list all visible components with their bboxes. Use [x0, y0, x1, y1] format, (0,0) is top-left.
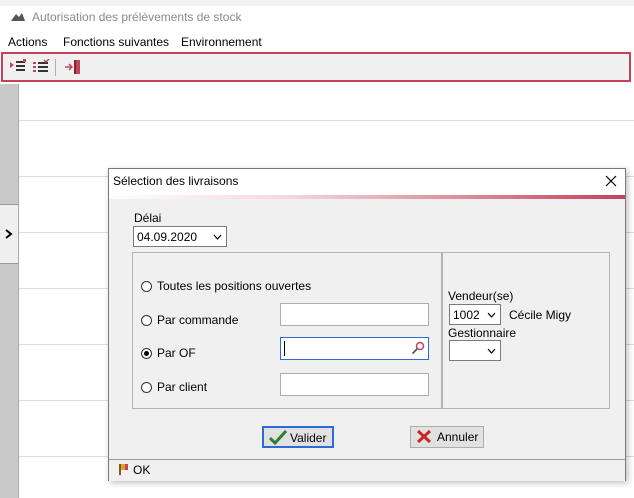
search-icon[interactable]: [411, 341, 425, 355]
window-titlebar: Autorisation des prélèvements de stock: [0, 6, 634, 30]
menu-actions[interactable]: Actions: [8, 35, 47, 49]
dialog-accent-bar: [109, 195, 625, 199]
menu-bar: Actions Fonctions suivantes Environnemen…: [0, 32, 634, 52]
radio-par-of[interactable]: [141, 348, 152, 359]
dialog-title: Sélection des livraisons: [113, 174, 239, 188]
delai-label: Délai: [134, 211, 162, 225]
chevron-right-icon: [5, 229, 13, 239]
commande-input[interactable]: [280, 303, 429, 326]
chevron-down-icon: [213, 234, 222, 240]
checklist-icon[interactable]: [32, 59, 50, 75]
left-panel-strip: [0, 84, 19, 498]
grid-line: [19, 120, 634, 121]
option-label: Toutes les positions ouvertes: [157, 279, 312, 293]
dialog-titlebar: Sélection des livraisons: [109, 169, 625, 195]
valider-button[interactable]: Valider: [262, 426, 334, 448]
menu-fonctions-suivantes[interactable]: Fonctions suivantes: [63, 35, 169, 49]
of-input[interactable]: [280, 337, 429, 360]
option-label: Par commande: [157, 313, 239, 327]
option-label: Par client: [157, 380, 208, 394]
list-run-icon[interactable]: [9, 59, 27, 75]
chevron-down-icon: [487, 312, 496, 318]
option-par-commande[interactable]: Par commande: [141, 313, 261, 330]
cancel-x-icon: [416, 429, 432, 444]
annuler-label: Annuler: [437, 430, 479, 444]
radio-par-commande[interactable]: [141, 315, 152, 326]
exit-icon[interactable]: [64, 59, 82, 75]
delai-date-picker[interactable]: 04.09.2020: [133, 226, 227, 247]
app-logo-icon: [11, 13, 25, 21]
option-toutes-positions[interactable]: Toutes les positions ouvertes: [141, 279, 341, 296]
delai-value: 04.09.2020: [137, 230, 198, 244]
menu-environnement[interactable]: Environnement: [181, 35, 262, 49]
radio-toutes-positions[interactable]: [141, 281, 152, 292]
vendeur-select[interactable]: 1002: [449, 304, 501, 325]
option-par-client[interactable]: Par client: [141, 380, 241, 397]
delivery-selection-dialog: Sélection des livraisons Délai 04.09.202…: [108, 168, 626, 481]
chevron-down-icon: [487, 348, 496, 354]
close-icon[interactable]: [603, 173, 619, 189]
window-title: Autorisation des prélèvements de stock: [32, 10, 242, 24]
gestionnaire-select[interactable]: [449, 340, 501, 361]
toolbar: [1, 52, 631, 82]
vendeur-name: Cécile Migy: [509, 308, 572, 322]
annuler-button[interactable]: Annuler: [410, 426, 484, 448]
dialog-status-bar: OK: [109, 459, 625, 481]
radio-par-client[interactable]: [141, 382, 152, 393]
vendeur-group: Vendeur(se) 1002 Cécile Migy Gestionnair…: [442, 252, 610, 409]
vendeur-code: 1002: [453, 308, 480, 322]
checkmark-icon: [269, 430, 287, 445]
option-par-of[interactable]: Par OF: [141, 346, 241, 363]
toolbar-separator: [55, 59, 56, 76]
status-text: OK: [133, 463, 151, 477]
panel-expander[interactable]: [0, 204, 18, 264]
option-label: Par OF: [157, 346, 196, 360]
vendeur-label: Vendeur(se): [448, 289, 514, 303]
selection-options-group: Toutes les positions ouvertes Par comman…: [132, 252, 442, 409]
gestionnaire-label: Gestionnaire: [448, 326, 517, 340]
valider-label: Valider: [290, 431, 327, 445]
client-input[interactable]: [280, 373, 429, 396]
text-caret: [284, 341, 285, 356]
status-flag-icon: [119, 464, 128, 475]
